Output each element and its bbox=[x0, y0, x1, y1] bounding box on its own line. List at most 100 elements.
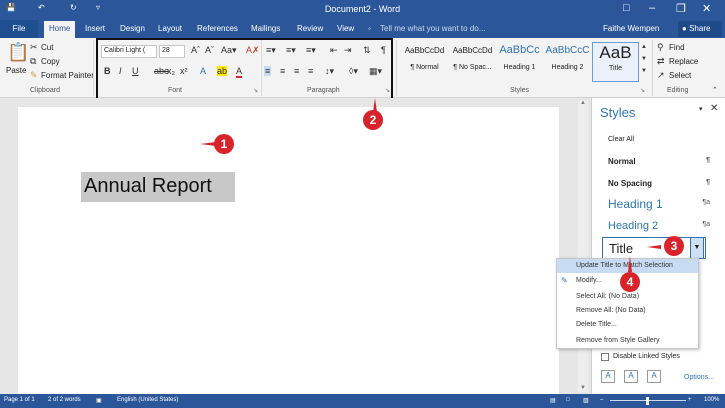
gallery-more-icon[interactable]: ▼ bbox=[641, 68, 647, 74]
style-heading-1[interactable]: AaBbCc Heading 1 bbox=[496, 42, 543, 82]
update-style-menu-item[interactable]: Update Title to Match Selection bbox=[576, 262, 673, 269]
paste-icon[interactable]: 📋 bbox=[7, 42, 29, 63]
remove-from-gallery-menu-item[interactable]: Remove from Style Gallery bbox=[576, 337, 660, 344]
linked-style-icon: ¶a bbox=[702, 221, 710, 228]
modify-menu-item[interactable]: Modify... bbox=[576, 277, 602, 284]
disable-linked-label: Disable Linked Styles bbox=[613, 353, 680, 360]
scroll-down-icon[interactable]: ▼ bbox=[580, 385, 586, 391]
pane-style-heading-2[interactable]: Heading 2 ¶a bbox=[602, 215, 716, 237]
format-painter-button[interactable]: Format Painter bbox=[41, 71, 94, 80]
style-sample: AaB bbox=[599, 43, 632, 62]
highlight-frame bbox=[96, 38, 393, 102]
format-painter-icon: ✎ bbox=[30, 70, 38, 80]
copy-button[interactable]: Copy bbox=[41, 57, 60, 66]
tab-references[interactable]: References bbox=[197, 24, 238, 33]
select-all-menu-item[interactable]: Select All: (No Data) bbox=[576, 293, 639, 300]
new-style-icon[interactable]: A bbox=[601, 370, 615, 383]
style-normal[interactable]: AaBbCcDd ¶ Normal bbox=[401, 42, 448, 82]
status-bar: Page 1 of 1 2 of 2 words ▣ English (Unit… bbox=[0, 394, 725, 408]
pane-close-icon[interactable]: ✕ bbox=[710, 103, 718, 114]
style-sample: AaBbCcC bbox=[545, 45, 590, 56]
tab-view[interactable]: View bbox=[337, 24, 354, 33]
print-layout-icon[interactable]: □ bbox=[566, 397, 570, 403]
pane-style-label: Heading 2 bbox=[608, 220, 659, 232]
zoom-out-icon[interactable]: – bbox=[600, 397, 603, 403]
title-dropdown-button[interactable]: ▼ bbox=[690, 237, 704, 259]
gallery-scroll-up-icon[interactable]: ▲ bbox=[641, 44, 647, 50]
style-heading-2[interactable]: AaBbCcC Heading 2 bbox=[544, 42, 591, 82]
style-name: ¶ Normal bbox=[410, 64, 439, 71]
pane-options-link[interactable]: Options... bbox=[684, 374, 714, 381]
style-name: Heading 1 bbox=[503, 64, 536, 71]
select-icon: ↗ bbox=[657, 70, 665, 80]
web-layout-icon[interactable]: ▧ bbox=[583, 397, 589, 404]
styles-dialog-launcher-icon[interactable]: ↘ bbox=[640, 87, 645, 94]
paste-button[interactable]: Paste bbox=[6, 66, 26, 75]
style-sample: AaBbCcDd bbox=[452, 46, 493, 55]
pane-style-label: Normal bbox=[608, 157, 636, 166]
page-count[interactable]: Page 1 of 1 bbox=[4, 397, 35, 403]
zoom-slider-thumb[interactable] bbox=[646, 397, 649, 405]
styles-group-label: Styles bbox=[510, 87, 530, 94]
replace-button[interactable]: Replace bbox=[669, 57, 698, 66]
gallery-scroll-down-icon[interactable]: ▼ bbox=[641, 56, 647, 62]
window-title: Document2 - Word bbox=[324, 4, 401, 14]
delete-style-menu-item[interactable]: Delete Title... bbox=[576, 321, 617, 328]
pane-style-label: Heading 1 bbox=[608, 197, 663, 211]
style-name: Title bbox=[609, 65, 622, 72]
find-button[interactable]: Find bbox=[669, 43, 685, 52]
maximize-button[interactable]: ❐ bbox=[676, 2, 686, 15]
manage-styles-icon[interactable]: A bbox=[647, 370, 661, 383]
zoom-in-icon[interactable]: + bbox=[688, 397, 692, 403]
clear-all-item[interactable]: Clear All bbox=[602, 130, 716, 152]
pane-options-icon[interactable]: ▾ bbox=[699, 105, 703, 113]
pane-style-normal[interactable]: Normal ¶ bbox=[602, 151, 716, 173]
callout-4: 4 bbox=[620, 272, 640, 292]
cut-button[interactable]: Cut bbox=[41, 43, 53, 52]
scroll-up-icon[interactable]: ▲ bbox=[580, 100, 586, 106]
account-name[interactable]: Faithe Wempen bbox=[603, 24, 659, 33]
style-no-spacing[interactable]: AaBbCcDd ¶ No Spac... bbox=[449, 42, 496, 82]
style-name: Heading 2 bbox=[551, 64, 584, 71]
ribbon-separator bbox=[396, 40, 397, 96]
ribbon-display-options-icon[interactable]: □ bbox=[623, 2, 630, 14]
pane-style-heading-1[interactable]: Heading 1 ¶a bbox=[602, 193, 716, 215]
style-inspector-icon[interactable]: A bbox=[624, 370, 638, 383]
person-icon: ● bbox=[682, 24, 687, 33]
document-page[interactable] bbox=[18, 107, 559, 394]
minimize-button[interactable]: – bbox=[649, 2, 655, 14]
tab-review[interactable]: Review bbox=[297, 24, 323, 33]
linked-style-icon: ¶a bbox=[702, 199, 710, 206]
proofing-icon[interactable]: ▣ bbox=[96, 397, 102, 404]
paragraph-mark-icon: ¶ bbox=[706, 157, 710, 164]
word-count[interactable]: 2 of 2 words bbox=[48, 397, 81, 403]
collapse-ribbon-icon[interactable]: ⌃ bbox=[712, 86, 718, 94]
tab-layout[interactable]: Layout bbox=[158, 24, 182, 33]
read-mode-icon[interactable]: ▤ bbox=[550, 397, 556, 404]
callout-1: 1 bbox=[214, 134, 234, 154]
tab-insert[interactable]: Insert bbox=[85, 24, 105, 33]
style-name: ¶ No Spac... bbox=[453, 64, 492, 71]
disable-linked-checkbox[interactable] bbox=[601, 353, 609, 361]
tab-home[interactable]: Home bbox=[44, 21, 76, 38]
remove-all-menu-item[interactable]: Remove All: (No Data) bbox=[576, 307, 646, 314]
selected-title-text[interactable]: Annual Report bbox=[81, 172, 235, 202]
style-sample: AaBbCcDd bbox=[404, 46, 445, 55]
share-label: Share bbox=[689, 24, 711, 33]
share-button[interactable]: ● Share bbox=[678, 21, 722, 37]
select-button[interactable]: Select bbox=[669, 71, 691, 80]
chevron-down-icon: ▼ bbox=[693, 244, 701, 251]
lightbulb-icon: ◦ bbox=[368, 24, 371, 33]
close-button[interactable]: ✕ bbox=[702, 2, 711, 15]
pane-style-label: No Spacing bbox=[608, 179, 653, 188]
tab-mailings[interactable]: Mailings bbox=[251, 24, 280, 33]
language-status[interactable]: English (United States) bbox=[117, 397, 178, 403]
zoom-level[interactable]: 100% bbox=[704, 397, 719, 403]
ribbon-separator bbox=[93, 40, 94, 96]
pane-style-no-spacing[interactable]: No Spacing ¶ bbox=[602, 173, 716, 195]
tell-me-box[interactable]: Tell me what you want to do... bbox=[380, 24, 485, 33]
tab-file[interactable]: File bbox=[0, 20, 38, 38]
paragraph-mark-icon: ¶ bbox=[706, 179, 710, 186]
style-title[interactable]: AaB Title bbox=[592, 42, 639, 82]
tab-design[interactable]: Design bbox=[120, 24, 145, 33]
